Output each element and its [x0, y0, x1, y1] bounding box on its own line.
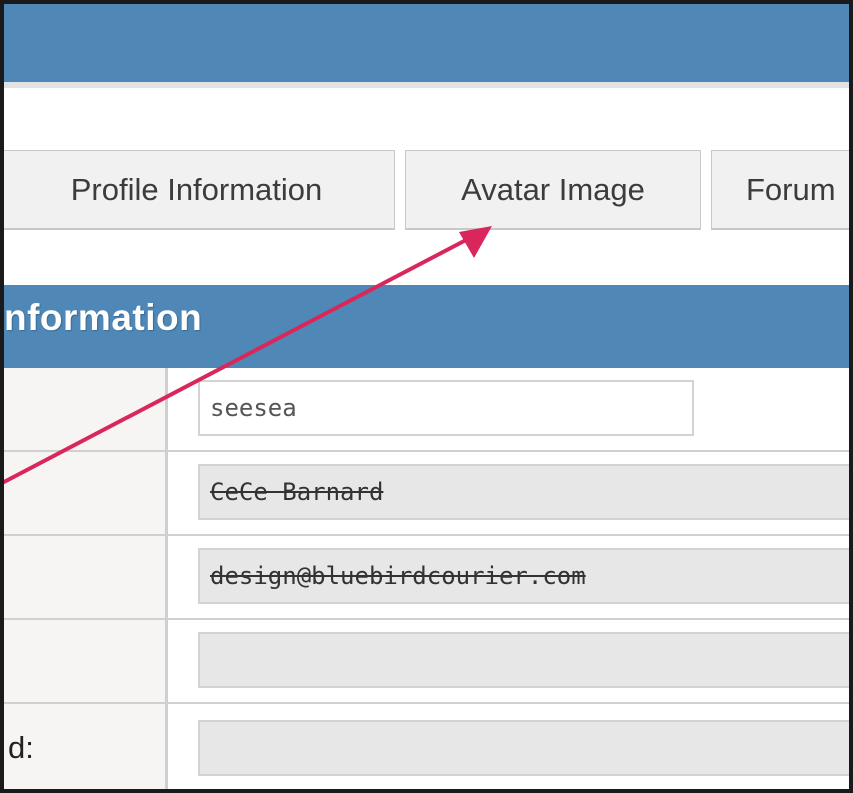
annotation-arrow-icon	[4, 226, 492, 484]
screenshot-frame: Profile Information Avatar Image Forum n…	[0, 0, 853, 793]
annotation-arrow-shaft	[4, 238, 468, 484]
